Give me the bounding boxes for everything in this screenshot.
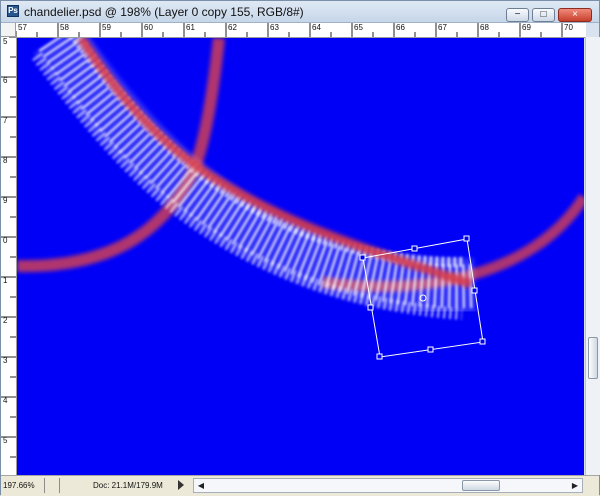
top-ruler-label-60: 60 [144,23,153,32]
photoshop-file-icon: Ps [7,5,19,17]
left-ruler-label-9: 9 [3,196,8,205]
left-ruler-label-0: 0 [3,236,8,245]
transform-handle-bottom-right[interactable] [479,338,486,345]
transform-handle-top-left[interactable] [359,254,366,261]
chandelier-artwork [17,38,584,360]
vertical-scrollbar[interactable] [585,37,600,475]
top-ruler-label-69: 69 [522,23,531,32]
top-ruler-label-62: 62 [228,23,237,32]
left-ruler-label-6: 6 [3,76,8,85]
top-ruler-label-67: 67 [438,23,447,32]
scroll-right-arrow-icon[interactable]: ▶ [569,480,581,492]
top-ruler-label-70: 70 [564,23,573,32]
left-ruler-label-3: 3 [3,356,8,365]
horizontal-scrollbar[interactable]: ◀ ▶ [193,478,583,493]
left-ruler-label-5-bottom: 5 [3,436,8,445]
left-ruler-label-4: 4 [3,396,8,405]
top-ruler-label-58: 58 [60,23,69,32]
document-canvas[interactable] [17,38,584,475]
top-ruler-label-61: 61 [186,23,195,32]
transform-handle-top-right[interactable] [463,235,470,242]
transform-handle-left-middle[interactable] [367,304,374,311]
left-ruler-ticks [1,37,16,458]
ruler-corner [1,23,16,37]
transform-handle-right-middle[interactable] [471,287,478,294]
top-ruler-label-68: 68 [480,23,489,32]
transform-handle-top-middle[interactable] [411,245,418,252]
close-button[interactable]: × [558,8,592,22]
top-ruler-label-64: 64 [312,23,321,32]
left-ruler-label-7: 7 [3,116,8,125]
minimize-button[interactable]: − [506,8,529,22]
top-ruler-label-66: 66 [396,23,405,32]
zoom-level[interactable]: 197.66% [3,479,41,493]
top-ruler-label-65: 65 [354,23,363,32]
top-ruler-label-59: 59 [102,23,111,32]
status-bar: 197.66% Doc: 21.1M/179.9M ◀ ▶ [1,475,599,496]
document-size: Doc: 21.1M/179.9M [93,481,163,490]
photoshop-document-window: Ps chandelier.psd @ 198% (Layer 0 copy 1… [0,0,600,496]
maximize-button[interactable]: □ [532,8,555,22]
status-separator-zoom [44,478,45,493]
document-title: chandelier.psd @ 198% (Layer 0 copy 155,… [24,5,304,19]
transform-handle-bottom-left[interactable] [376,353,383,360]
left-ruler-label-8: 8 [3,156,8,165]
left-ruler-label-1: 1 [3,276,8,285]
left-ruler: 5 6 7 8 9 0 1 2 3 4 5 [1,37,17,475]
status-separator-spacer [59,478,60,493]
title-bar: Ps chandelier.psd @ 198% (Layer 0 copy 1… [1,1,599,23]
top-ruler-label-57: 57 [18,23,27,32]
top-ruler-label-63: 63 [270,23,279,32]
left-ruler-label-2: 2 [3,316,8,325]
top-ruler: 57 58 59 60 61 62 63 64 65 66 67 68 69 7… [16,23,586,38]
left-ruler-label-5-top: 5 [3,37,8,46]
horizontal-scroll-thumb[interactable] [462,480,500,491]
scroll-left-arrow-icon[interactable]: ◀ [195,480,207,492]
transform-handle-bottom-middle[interactable] [427,346,434,353]
status-menu-arrow-icon[interactable] [178,480,184,490]
vertical-scroll-thumb[interactable] [588,337,598,379]
